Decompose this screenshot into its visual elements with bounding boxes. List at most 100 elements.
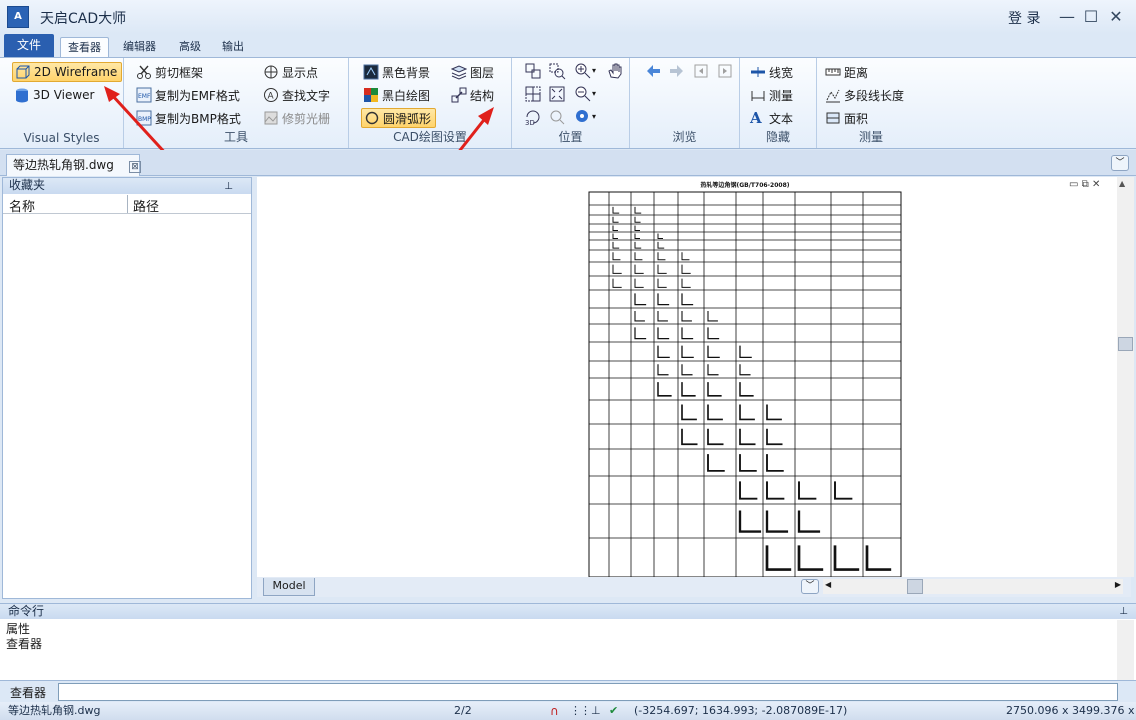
command-scrollbar[interactable] — [1117, 620, 1134, 680]
angle-steel-profile — [707, 428, 724, 446]
angle-steel-profile — [833, 545, 860, 571]
favorites-header: 收藏夹 ⊥ — [3, 178, 251, 194]
document-close-icon[interactable]: ⊠ — [129, 161, 141, 173]
angle-steel-profile — [797, 510, 821, 533]
angle-steel-profile — [834, 481, 853, 500]
tab-advanced[interactable]: 高级 — [172, 37, 208, 58]
angle-steel-profile — [766, 404, 782, 421]
command-pane: 命令行 ⊥ 属性 查看器 — [0, 603, 1136, 680]
angle-steel-profile — [657, 345, 670, 359]
polyline-length-button[interactable]: 多段线长度 — [823, 85, 904, 105]
scroll-left-icon[interactable]: ◀ — [825, 580, 831, 589]
group-hide: 线宽 测量 A 文本 隐藏 — [740, 58, 817, 148]
ruler-icon — [825, 64, 841, 80]
group-label-hide: 隐藏 — [765, 130, 790, 144]
pan-hand-icon[interactable] — [606, 62, 624, 80]
angle-steel-profile — [681, 364, 693, 376]
command-pin-icon[interactable]: ⊥ — [1119, 605, 1128, 619]
status-drawing-size: 2750.096 x 3499.376 x 0 — [1006, 704, 1135, 717]
tab-viewer[interactable]: 查看器 — [60, 37, 109, 58]
page-next-icon[interactable] — [716, 62, 734, 80]
area-button[interactable]: 面积 — [823, 108, 868, 128]
command-input[interactable] — [58, 683, 1118, 701]
angle-steel-profile — [739, 382, 754, 397]
group-label-browse: 浏览 — [672, 130, 697, 144]
title-bar: A 天启CAD大师 登 录 — ☐ ✕ — [0, 0, 1136, 34]
scroll-right-icon[interactable]: ▶ — [1115, 580, 1121, 589]
angle-steel-profile — [739, 428, 756, 446]
command-line: 查看器 — [6, 637, 43, 651]
vertical-scrollbar[interactable]: ▲ — [1117, 177, 1134, 577]
angle-steel-profile — [707, 364, 719, 376]
angle-steel-profile — [657, 327, 670, 340]
close-button[interactable]: ✕ — [1105, 6, 1127, 28]
distance-button[interactable]: 距离 — [823, 62, 868, 82]
horizontal-scroll-thumb[interactable] — [907, 579, 923, 594]
angle-steel-profile — [797, 545, 824, 571]
page-prev-icon[interactable] — [692, 62, 710, 80]
arrow-right-icon[interactable] — [668, 62, 686, 80]
horizontal-scrollbar[interactable]: ◀ ▶ — [823, 579, 1123, 594]
arrow-left-icon[interactable] — [644, 62, 662, 80]
column-divider[interactable] — [127, 195, 128, 213]
angle-steel-profile — [612, 252, 621, 261]
text-visibility-label: 文本 — [769, 111, 794, 126]
tab-file[interactable]: 文件 — [4, 34, 54, 57]
angle-steel-profile — [634, 278, 644, 288]
angle-steel-profile — [657, 382, 672, 397]
grid-snap-icon[interactable]: ⋮⋮ — [570, 702, 591, 720]
minimize-button[interactable]: — — [1056, 6, 1078, 28]
group-browse: 浏览 — [630, 58, 740, 148]
angle-steel-profile — [766, 428, 783, 446]
ortho-icon[interactable]: ⊥ — [591, 702, 601, 720]
text-visibility-button[interactable]: A 文本 — [748, 108, 793, 128]
maximize-button[interactable]: ☐ — [1080, 6, 1102, 28]
command-input-label: 查看器 — [10, 686, 47, 700]
column-path[interactable]: 路径 — [133, 196, 159, 215]
linewidth-button[interactable]: 线宽 — [748, 62, 793, 82]
ribbon-panel: 2D Wireframe 3D Viewer Visual Styles 剪切框… — [0, 57, 1136, 164]
document-tab[interactable]: 等边热轧角钢.dwg ⊠ — [6, 154, 141, 176]
measure-visibility-label: 测量 — [769, 88, 794, 103]
angle-steel-profile — [865, 545, 892, 571]
angle-steel-profile — [612, 264, 622, 274]
angle-steel-profile — [681, 311, 692, 322]
angle-steel-profile — [657, 233, 663, 239]
pin-icon[interactable]: ⊥ — [224, 179, 233, 194]
angle-steel-profile — [612, 206, 620, 214]
polar-check-icon[interactable]: ✔ — [609, 702, 618, 720]
angle-steel-profile — [657, 264, 667, 274]
layout-dropdown-icon[interactable]: ﹀ — [801, 579, 819, 594]
vertical-scroll-thumb[interactable] — [1118, 337, 1133, 351]
tab-model[interactable]: Model — [263, 578, 315, 596]
angle-steel-profile — [707, 311, 718, 322]
magnet-snap-icon[interactable]: ∩ — [550, 702, 559, 720]
measure-visibility-button[interactable]: 测量 — [748, 85, 793, 105]
angle-steel-profile — [707, 454, 725, 472]
tab-output[interactable]: 输出 — [215, 37, 251, 58]
angle-steel-profile — [612, 216, 619, 223]
angle-steel-profile — [681, 252, 690, 261]
document-tab-bar: 等边热轧角钢.dwg ⊠ ﹀ — [0, 150, 1136, 176]
angle-steel-profile — [612, 233, 618, 239]
angle-steel-profile — [739, 454, 757, 472]
command-input-bar: 查看器 — [0, 680, 1136, 702]
app-logo-icon[interactable]: A — [7, 6, 29, 28]
login-button[interactable]: 登 录 — [1008, 8, 1040, 28]
drawing-canvas[interactable]: 热轧等边角钢(GB/T706-2008) ▭ ⧉ ✕ — [257, 177, 1131, 597]
angle-steel-profile — [634, 293, 647, 306]
canvas-window-controls[interactable]: ▭ ⧉ ✕ — [1069, 179, 1100, 190]
command-header: 命令行 ⊥ — [0, 604, 1136, 619]
command-title: 命令行 — [8, 604, 45, 618]
angle-steel-profile — [634, 327, 647, 340]
linewidth-label: 线宽 — [769, 65, 794, 80]
tab-editor[interactable]: 编辑器 — [116, 37, 163, 58]
column-name[interactable]: 名称 — [9, 196, 35, 215]
angle-steel-profile — [612, 278, 622, 288]
angle-steel-profile — [634, 216, 641, 223]
dimension-icon — [750, 87, 766, 103]
tabs-dropdown-icon[interactable]: ﹀ — [1111, 155, 1129, 171]
scroll-up-icon[interactable]: ▲ — [1119, 179, 1125, 188]
status-page: 2/2 — [454, 704, 472, 717]
angle-steel-profile — [657, 311, 668, 322]
